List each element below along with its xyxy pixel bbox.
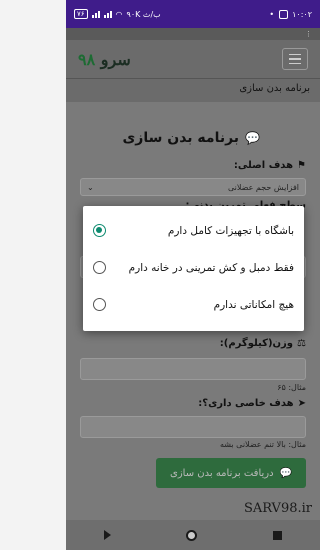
menu-dots-icon[interactable]: ⋮	[305, 30, 312, 38]
send-icon: ➤	[297, 398, 306, 409]
status-bar: ۷۶ ◠ ۹۰K ب/ث • ۱۰:۰۲	[66, 0, 320, 28]
chat-icon: 💬	[245, 131, 260, 145]
site-logo[interactable]: سرو ۹۸	[78, 50, 131, 69]
option-no-equipment[interactable]: هیچ امکاناتی ندارم	[83, 286, 304, 323]
special-goal-label: ➤ هدف خاصی داری؟:	[198, 398, 306, 409]
status-right: • ۱۰:۰۲	[269, 9, 312, 19]
play-icon[interactable]	[103, 530, 111, 540]
goal-select-value: افزایش حجم عضلانی	[227, 182, 299, 192]
equipment-dialog: باشگاه با تجهیزات کامل دارم فقط دمبل و ک…	[83, 206, 304, 331]
option-label: فقط دمبل و کش تمرینی در خانه دارم	[128, 261, 294, 274]
scale-icon: ⚖	[297, 338, 306, 349]
goal-label: ⚑ هدف اصلی:	[234, 160, 306, 171]
signal-icon	[91, 10, 100, 18]
status-left: ۷۶ ◠ ۹۰K ب/ث	[74, 9, 161, 19]
special-goal-hint: مثال: بالا تنم عضلانی بشه	[219, 440, 306, 449]
recents-icon[interactable]	[273, 530, 283, 540]
browser-bar: ⋮	[66, 28, 320, 40]
goal-label-text: هدف اصلی:	[233, 160, 294, 171]
chevron-down-icon: ⌄	[87, 182, 94, 192]
page-subtitle: برنامه بدن سازی	[66, 78, 320, 102]
special-goal-input[interactable]	[80, 416, 306, 438]
status-dots: •	[269, 9, 276, 19]
option-home-dumbbell[interactable]: فقط دمبل و کش تمرینی در خانه دارم	[83, 249, 304, 286]
flag-icon: ⚑	[297, 160, 306, 171]
card-title: 💬 برنامه بدن سازی	[122, 130, 260, 146]
radio-unchecked[interactable]	[93, 298, 106, 311]
option-full-gym[interactable]: باشگاه با تجهیزات کامل دارم	[83, 212, 304, 249]
brand-number: ۹۸	[78, 49, 96, 69]
goal-select[interactable]: افزایش حجم عضلانی ⌄	[80, 178, 306, 196]
status-time: ۱۰:۰۲	[292, 9, 312, 19]
battery-level: ۷۶	[77, 10, 85, 18]
system-nav-bar	[66, 520, 320, 550]
radio-unchecked[interactable]	[93, 261, 106, 274]
weight-label-text: وزن(کیلوگرم):	[219, 338, 294, 349]
signal-icon-2	[103, 10, 112, 18]
home-button-icon[interactable]	[186, 529, 198, 541]
option-label: باشگاه با تجهیزات کامل دارم	[167, 224, 294, 237]
special-goal-label-text: هدف خاصی داری؟:	[198, 398, 294, 409]
weight-label: ⚖ وزن(کیلوگرم):	[220, 338, 306, 349]
watermark: SARV98.ir	[243, 501, 312, 516]
app-notification-icon	[279, 9, 289, 19]
battery-icon: ۷۶	[74, 9, 88, 19]
chat-icon: 💬	[279, 467, 293, 479]
weight-input[interactable]	[80, 358, 306, 380]
brand-text: سرو	[100, 49, 131, 69]
card-title-text: برنامه بدن سازی	[122, 130, 240, 146]
submit-button[interactable]: 💬 دریافت برنامه بدن سازی	[156, 458, 306, 488]
network-speed: ۹۰K ب/ث	[126, 9, 161, 19]
submit-button-label: دریافت برنامه بدن سازی	[170, 467, 274, 479]
hamburger-menu-button[interactable]	[282, 47, 308, 71]
site-header: سرو ۹۸	[66, 40, 320, 78]
radio-checked[interactable]	[93, 224, 106, 237]
option-label: هیچ امکاناتی ندارم	[213, 298, 294, 311]
wifi-icon: ◠	[115, 9, 123, 19]
weight-hint: مثال: ۶۵	[277, 383, 306, 392]
